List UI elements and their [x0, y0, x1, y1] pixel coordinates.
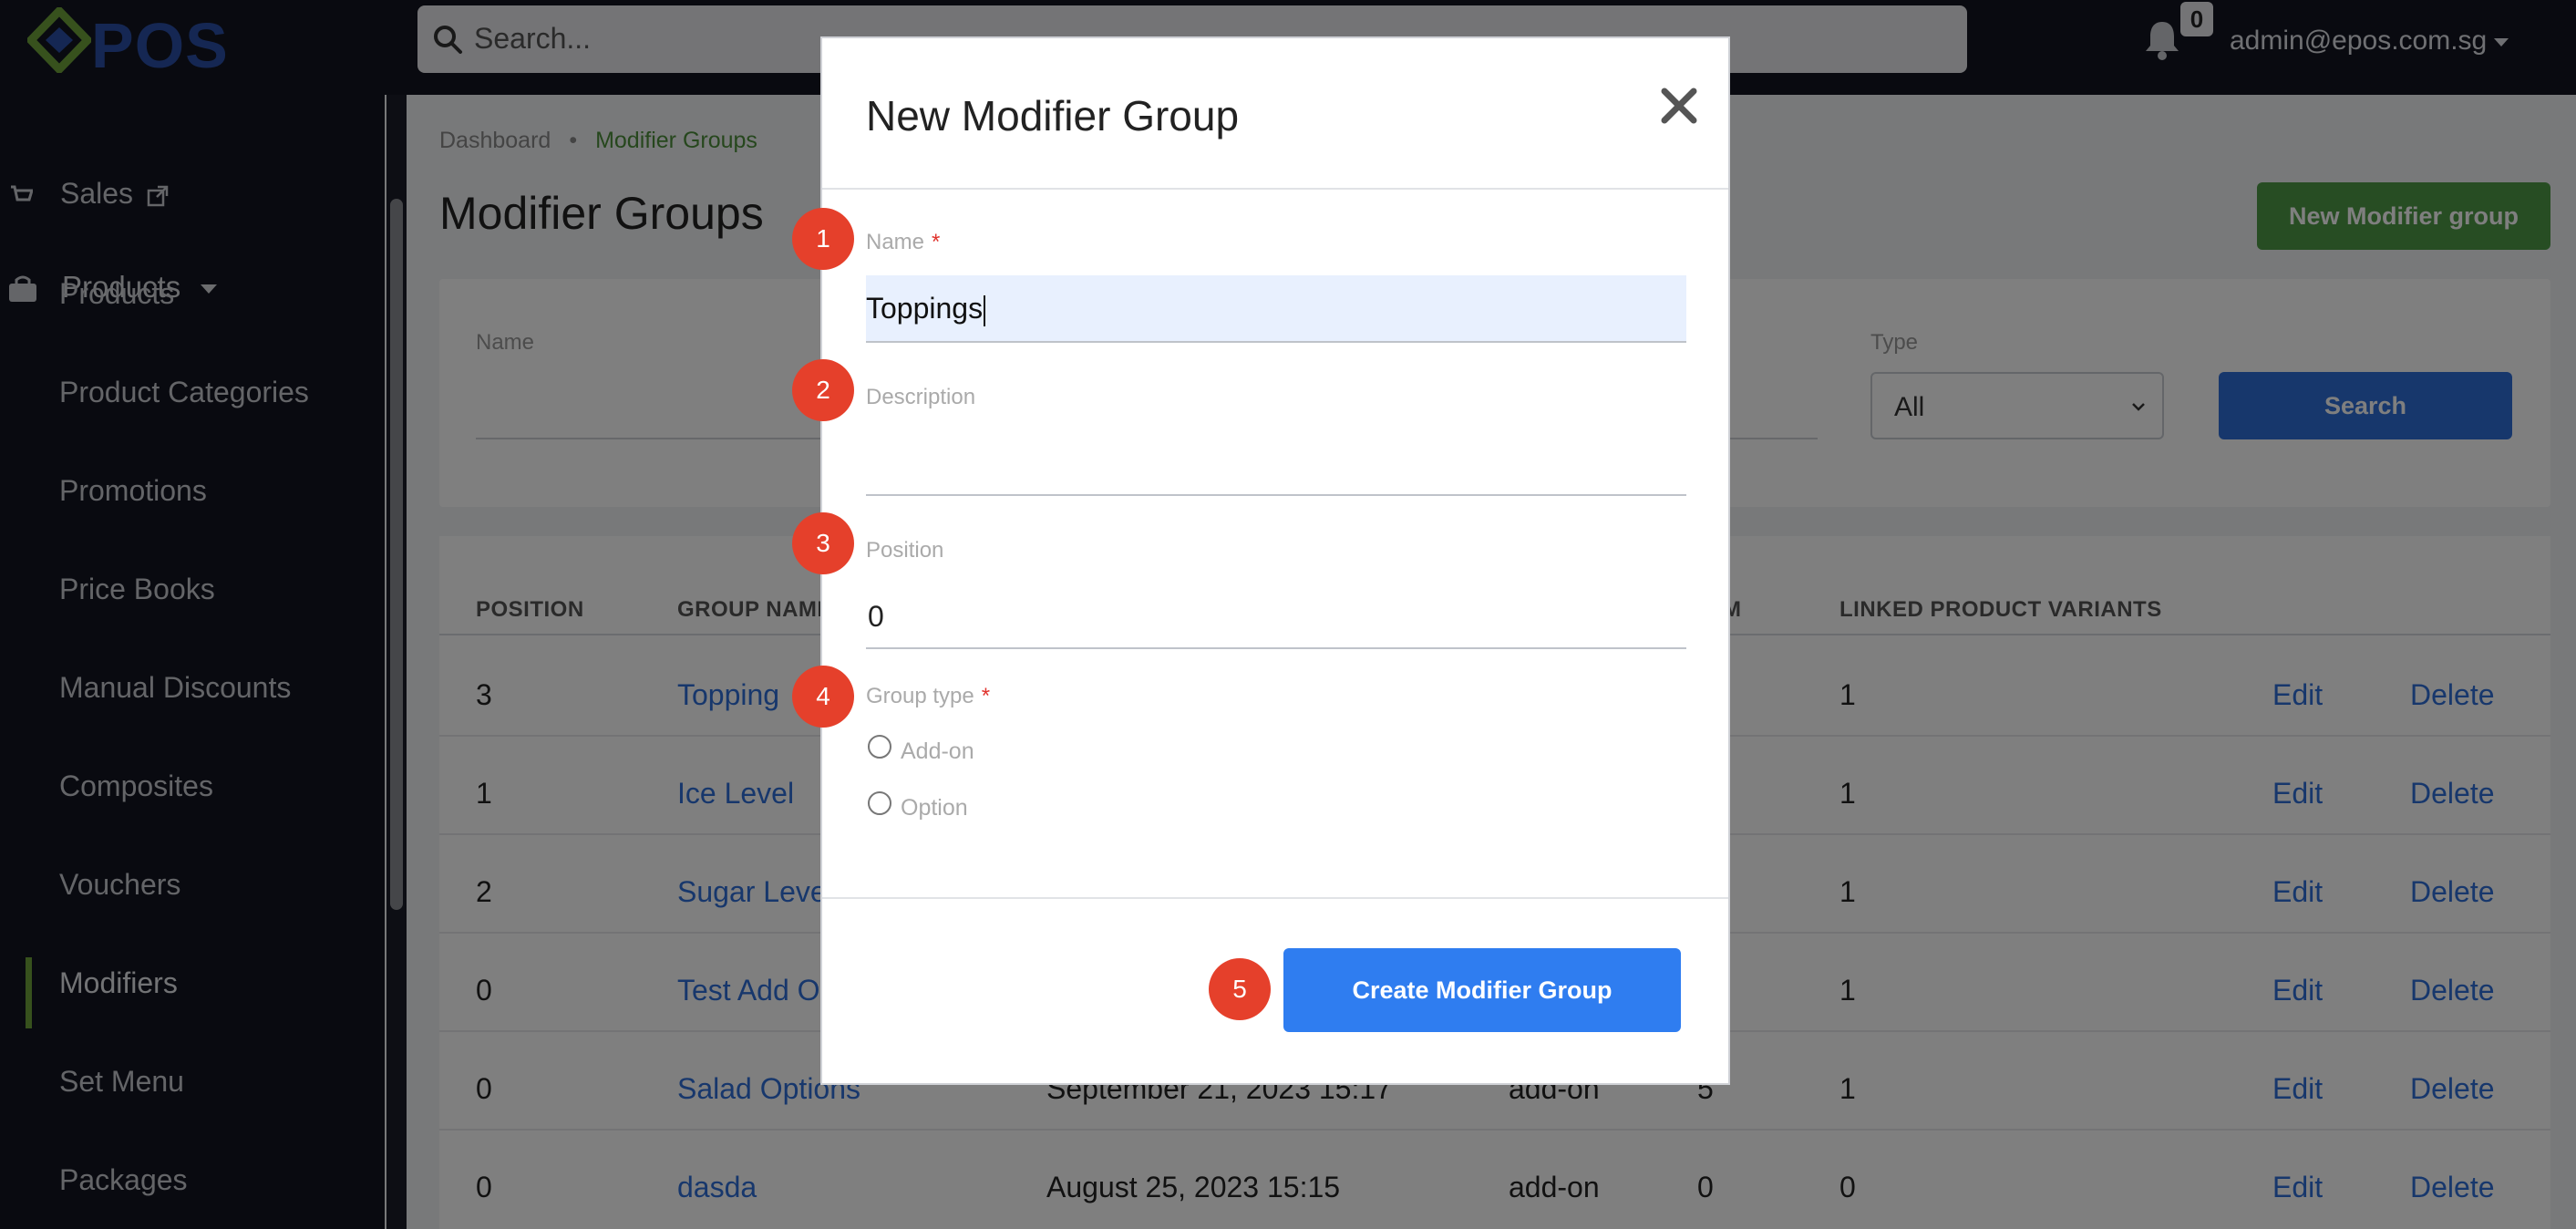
modal-footer-divider — [822, 897, 1728, 899]
step-badge-3: 3 — [792, 512, 854, 574]
step-badge-4: 4 — [792, 666, 854, 728]
step-badge-1: 1 — [792, 208, 854, 270]
description-input[interactable] — [866, 494, 1686, 496]
create-modifier-group-button[interactable]: Create Modifier Group — [1283, 948, 1681, 1032]
position-input-value[interactable]: 0 — [868, 600, 884, 634]
radio-add-on-label[interactable]: Add-on — [901, 738, 974, 765]
position-input[interactable] — [866, 647, 1686, 649]
description-label: Description — [866, 385, 976, 409]
name-input[interactable]: Toppings — [866, 275, 1686, 343]
name-input-value: Toppings — [866, 292, 984, 325]
required-asterisk: * — [932, 230, 941, 254]
name-label-text: Name — [866, 230, 925, 254]
new-modifier-group-modal: New Modifier Group Name * Toppings Descri… — [820, 36, 1730, 1085]
text-cursor — [984, 294, 986, 326]
name-label: Name * — [866, 230, 940, 255]
position-label: Position — [866, 538, 944, 563]
step-badge-5: 5 — [1209, 958, 1271, 1020]
required-asterisk: * — [981, 684, 991, 708]
group-type-label: Group type * — [866, 684, 990, 709]
close-icon[interactable] — [1659, 86, 1699, 126]
step-badge-2: 2 — [792, 359, 854, 421]
modal-title: New Modifier Group — [866, 92, 1240, 139]
modal-header-divider — [822, 188, 1728, 190]
radio-option-label[interactable]: Option — [901, 795, 968, 821]
radio-add-on[interactable] — [868, 735, 891, 759]
radio-option[interactable] — [868, 791, 891, 815]
group-type-label-text: Group type — [866, 684, 974, 708]
